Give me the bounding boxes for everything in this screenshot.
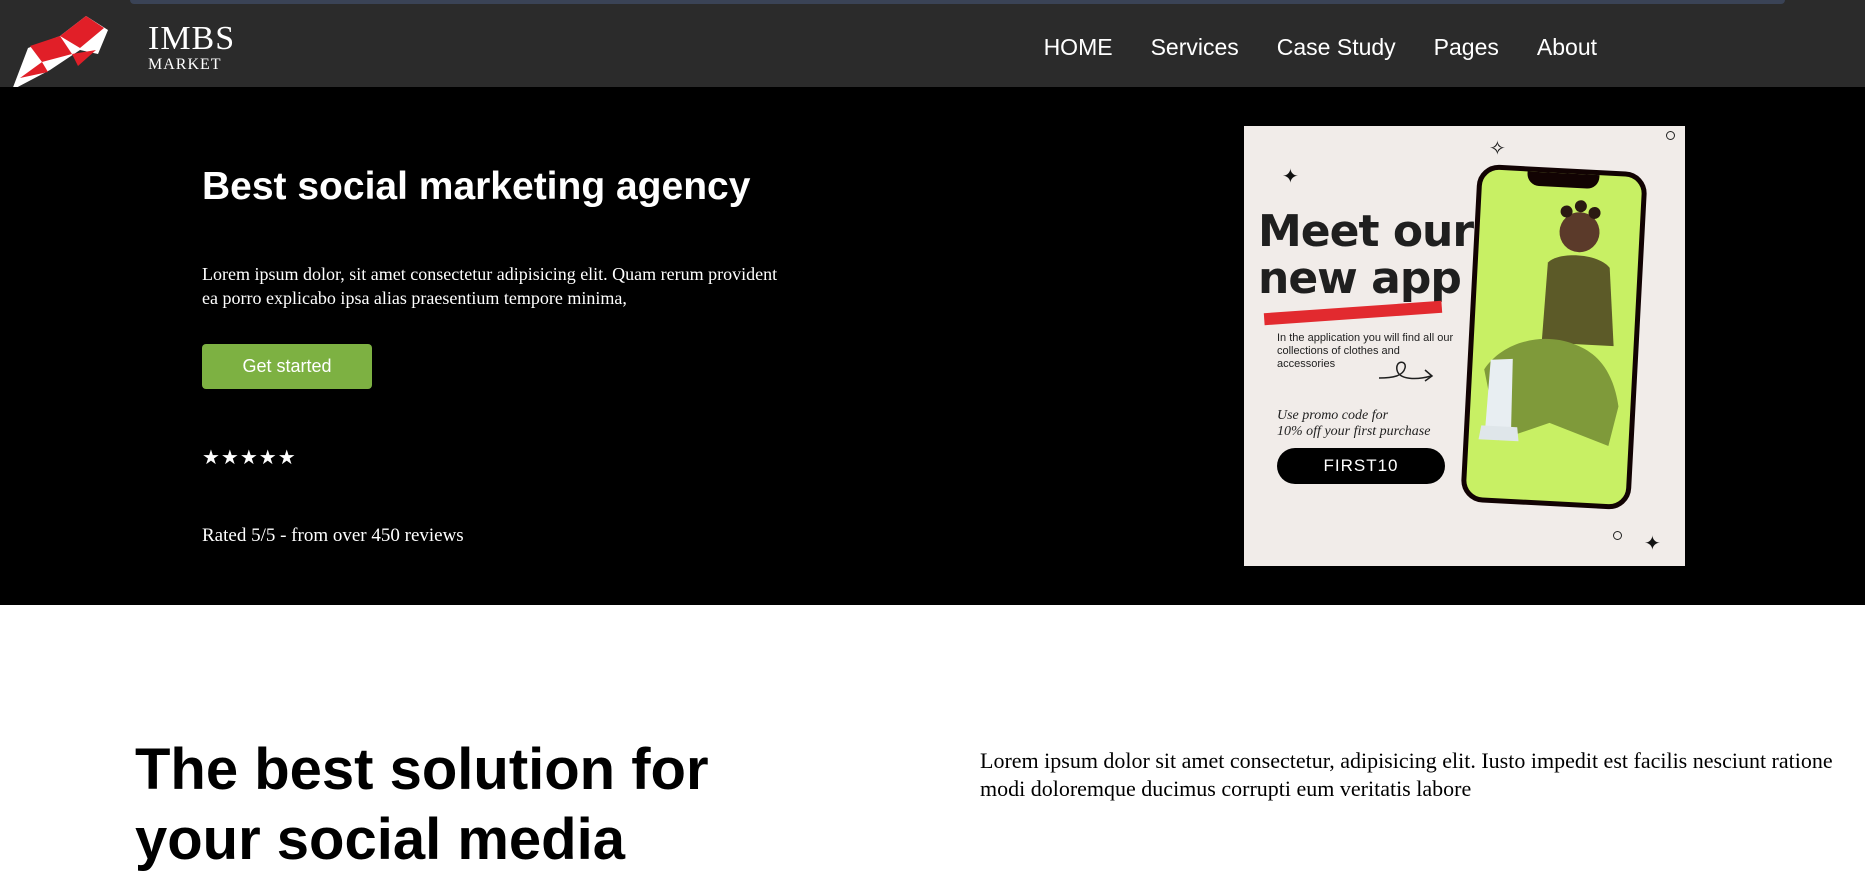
brand-name: IMBS [148, 20, 236, 57]
nav-about[interactable]: About [1537, 34, 1597, 61]
main-nav: HOME Services Case Study Pages About [1044, 34, 1597, 61]
promo-note-line1: Use promo code for [1277, 408, 1389, 423]
solution-section: The best solution for your social media … [0, 605, 1865, 881]
app-promo-image: ✧ ✦ ✦ Meet our new app In the applicatio… [1244, 126, 1685, 566]
browser-top-strip [0, 0, 1865, 12]
solution-title: The best solution for your social media [135, 737, 709, 873]
promo-title: Meet our new app [1258, 206, 1474, 304]
phone-mockup [1460, 163, 1648, 511]
promo-title-line2: new app [1258, 253, 1462, 304]
sparkle-icon: ✦ [1644, 533, 1661, 555]
circle-icon [1666, 131, 1675, 140]
promo-code-pill: FIRST10 [1277, 448, 1445, 484]
nav-case-study[interactable]: Case Study [1277, 34, 1396, 61]
promo-note-line2: 10% off your first purchase [1277, 424, 1431, 439]
rating-text: Rated 5/5 - from over 450 reviews [202, 525, 464, 546]
rating-stars: ★★★★★ [202, 447, 297, 469]
nav-services[interactable]: Services [1151, 34, 1239, 61]
hero-description: Lorem ipsum dolor, sit amet consectetur … [202, 264, 778, 308]
hero-title: Best social marketing agency [202, 165, 751, 209]
top-navbar: IMBS MARKET HOME Services Case Study Pag… [0, 12, 1865, 90]
brand-logo[interactable]: IMBS MARKET [8, 12, 238, 92]
promo-title-line1: Meet our [1258, 206, 1474, 257]
red-underline [1263, 300, 1443, 326]
nav-pages[interactable]: Pages [1434, 34, 1499, 61]
nav-home[interactable]: HOME [1044, 34, 1113, 61]
circle-icon [1613, 531, 1622, 540]
bull-logo-icon [12, 16, 108, 90]
get-started-button[interactable]: Get started [202, 344, 372, 389]
brand-tagline: MARKET [148, 56, 222, 73]
sparkle-icon: ✦ [1282, 166, 1299, 188]
model-photo [1478, 200, 1619, 446]
promo-note: Use promo code for 10% off your first pu… [1277, 408, 1430, 440]
browser-tab-strip [130, 0, 1785, 4]
curly-arrow-icon [1378, 361, 1434, 382]
sparkle-outline-icon: ✧ [1489, 138, 1506, 160]
solution-text: Lorem ipsum dolor sit amet consectetur, … [980, 748, 1833, 801]
